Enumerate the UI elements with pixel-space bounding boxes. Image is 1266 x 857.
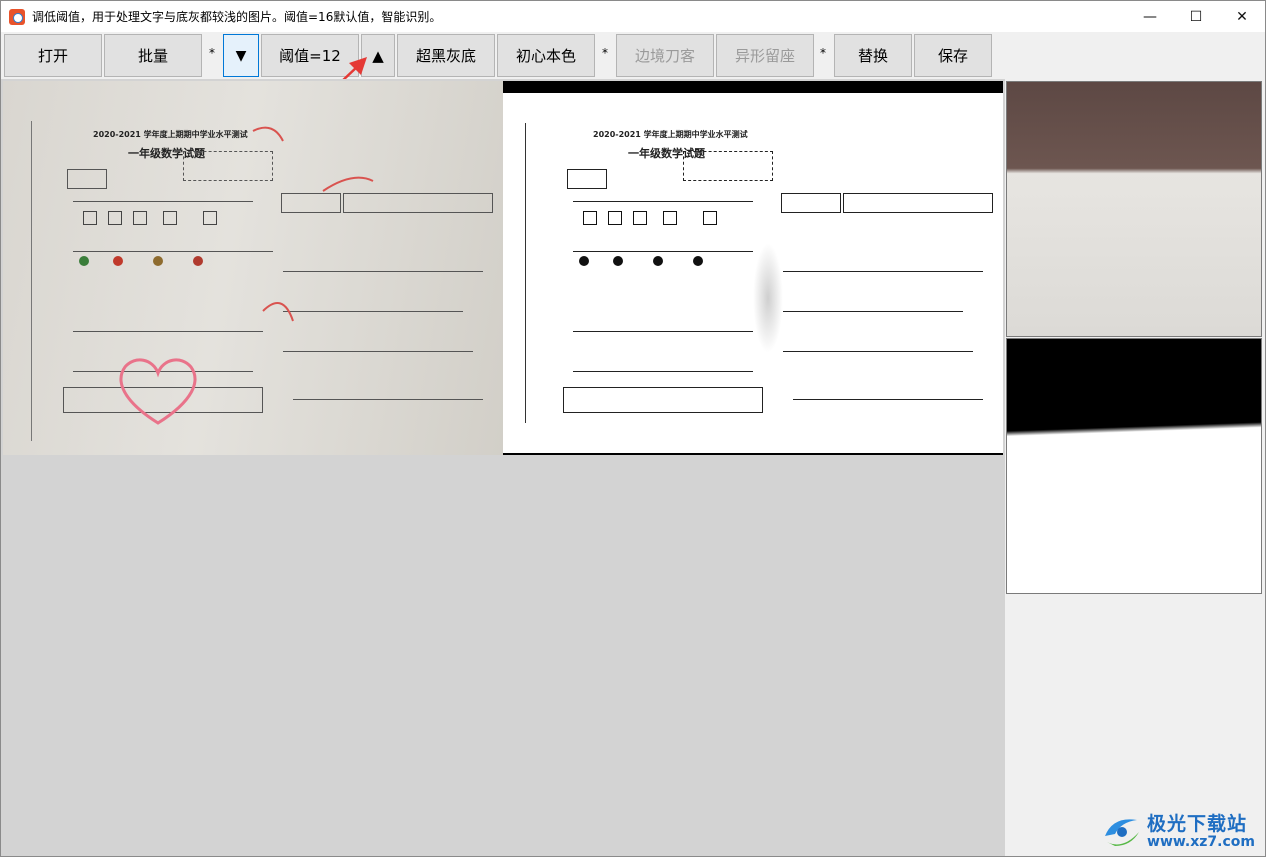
threshold-decrease-button[interactable]: ▼ <box>223 34 259 77</box>
open-button[interactable]: 打开 <box>4 34 102 77</box>
minimize-button[interactable]: — <box>1127 1 1173 32</box>
toolbar-separator: * <box>209 46 215 60</box>
toolbar-separator: * <box>820 46 826 60</box>
processed-image-preview[interactable]: 2020-2021 学年度上期期中学业水平测试 一年级数学试题 <box>503 81 1003 455</box>
red-pen-marks-icon <box>252 126 374 322</box>
heart-stamp-icon <box>119 358 197 425</box>
document-title: 2020-2021 学年度上期期中学业水平测试 <box>93 130 248 139</box>
replace-button[interactable]: 替换 <box>834 34 912 77</box>
maximize-button[interactable]: ☐ <box>1173 1 1219 32</box>
window-controls: — ☐ ✕ <box>1127 1 1265 32</box>
original-image-preview[interactable]: 2020-2021 学年度上期期中学业水平测试 一年级数学试题 <box>3 81 503 455</box>
exam-paper-photo: 2020-2021 学年度上期期中学业水平测试 一年级数学试题 <box>3 81 503 455</box>
detail-side-panel <box>1005 79 1265 856</box>
original-detail-thumbnail[interactable] <box>1006 81 1262 337</box>
app-logo-icon <box>9 8 25 25</box>
exam-paper-processed: 2020-2021 学年度上期期中学业水平测试 一年级数学试题 <box>503 93 1003 453</box>
batch-button[interactable]: 批量 <box>104 34 202 77</box>
window-title: 调低阈值，用于处理文字与底灰都较浅的图片。阈值=16默认值，智能识别。 <box>32 10 442 24</box>
toolbar-separator: * <box>602 46 608 60</box>
shape-keep-button[interactable]: 异形留座 <box>716 34 814 77</box>
toolbar: 打开 批量 * ▼ 阈值=12 ▲ 超黑灰底 初心本色 * 边境刀客 异形留座 … <box>1 32 1265 79</box>
original-color-button[interactable]: 初心本色 <box>497 34 595 77</box>
watermark-name: 极光下载站 <box>1147 812 1248 835</box>
super-black-gray-button[interactable]: 超黑灰底 <box>397 34 495 77</box>
watermark-url: www.xz7.com <box>1147 833 1255 850</box>
save-button[interactable]: 保存 <box>914 34 992 77</box>
app-window: 调低阈值，用于处理文字与底灰都较浅的图片。阈值=16默认值，智能识别。 — ☐ … <box>0 0 1266 857</box>
processed-detail-thumbnail[interactable] <box>1006 338 1262 594</box>
image-work-area[interactable]: 2020-2021 学年度上期期中学业水平测试 一年级数学试题 2020-202… <box>1 79 1265 856</box>
watermark: 极光下载站 www.xz7.com <box>1101 814 1255 850</box>
title-bar: 调低阈值，用于处理文字与底灰都较浅的图片。阈值=16默认值，智能识别。 — ☐ … <box>1 1 1265 32</box>
watermark-logo-icon <box>1101 814 1143 850</box>
document-title: 2020-2021 学年度上期期中学业水平测试 <box>593 130 748 139</box>
close-button[interactable]: ✕ <box>1219 1 1265 32</box>
border-cut-button[interactable]: 边境刀客 <box>616 34 714 77</box>
